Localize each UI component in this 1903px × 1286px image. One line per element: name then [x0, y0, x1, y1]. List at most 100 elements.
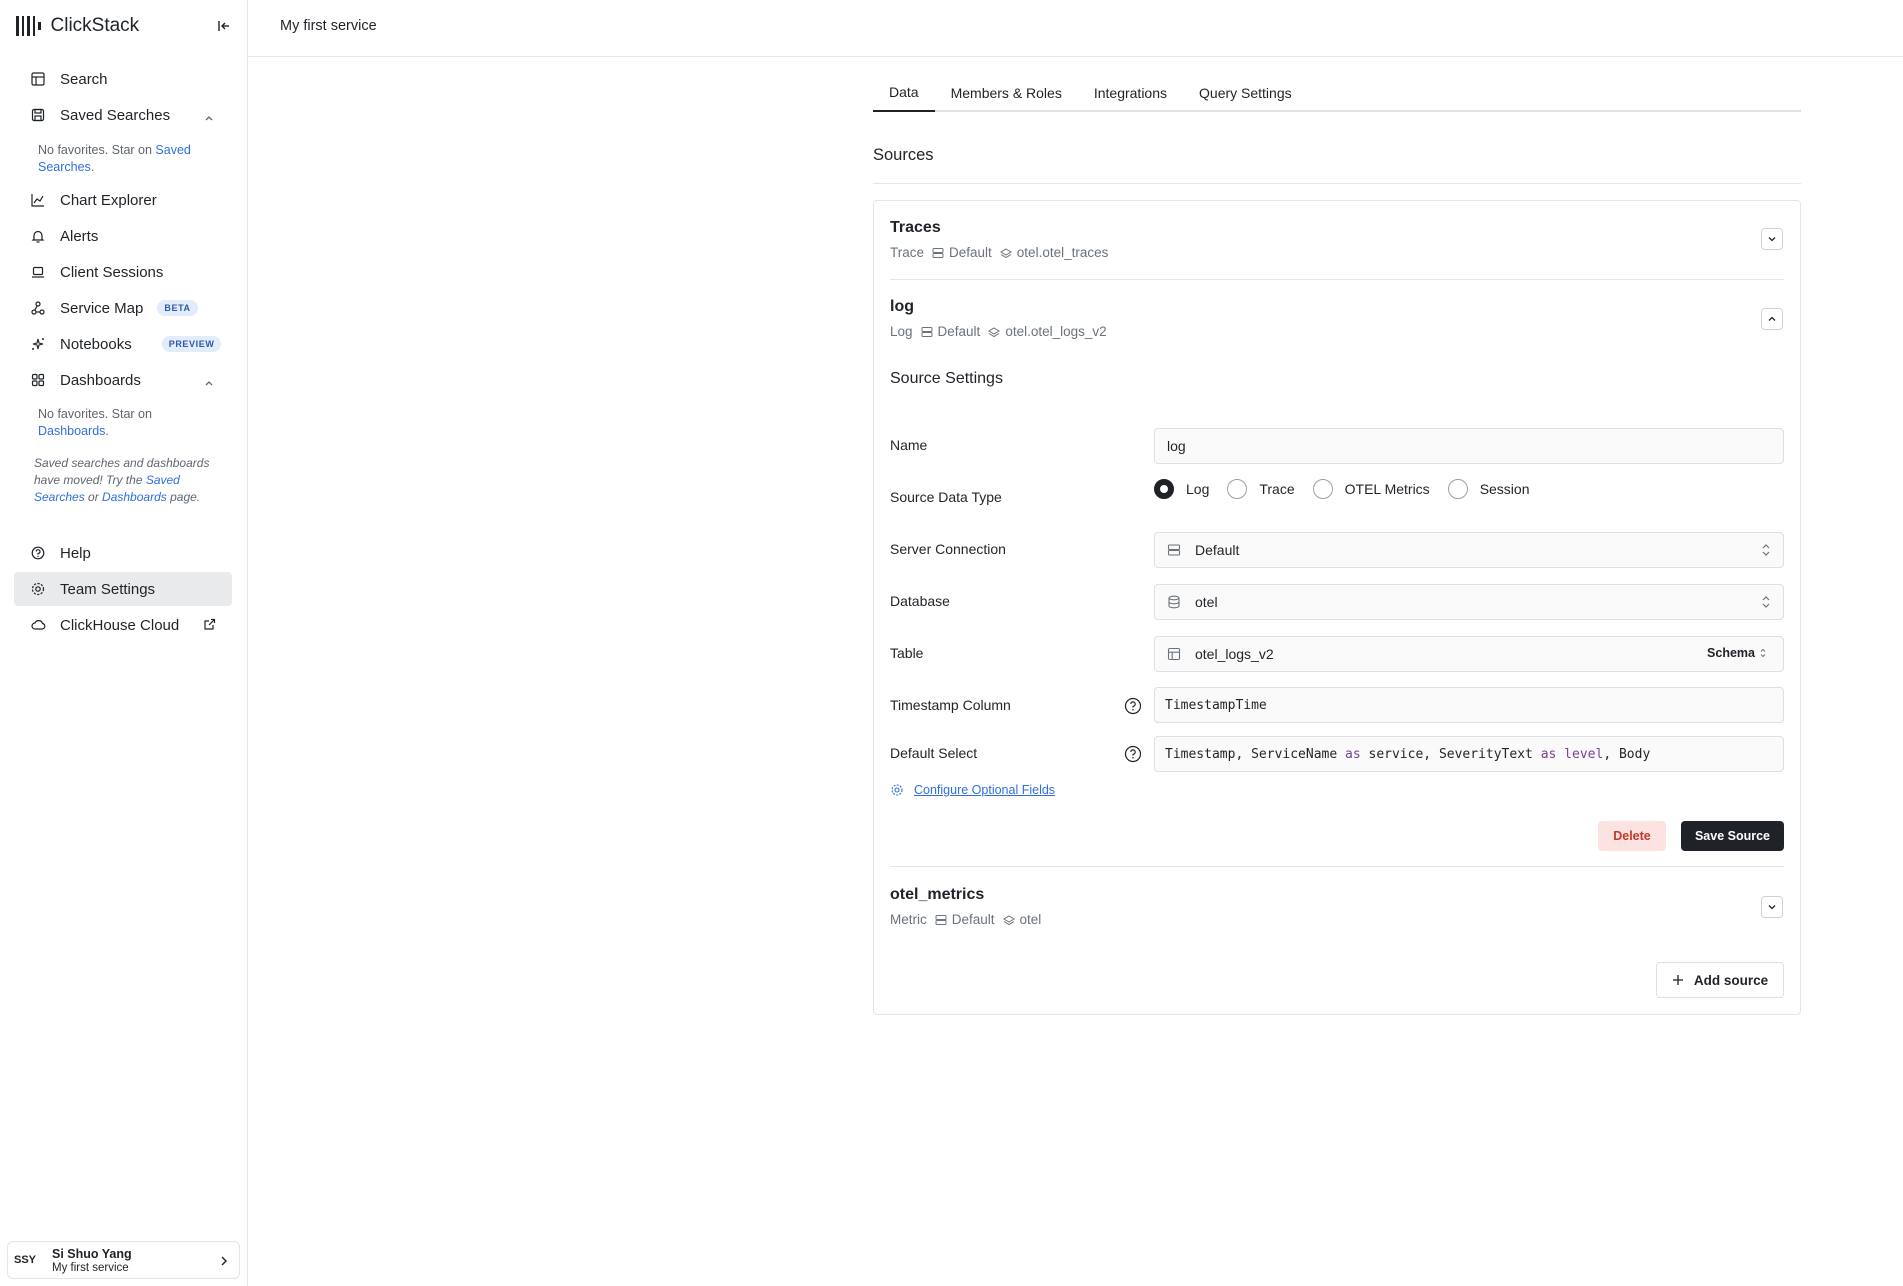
source-table: otel.otel_logs_v2 [1005, 324, 1107, 339]
tab-integrations[interactable]: Integrations [1078, 80, 1183, 112]
database-select[interactable]: otel [1154, 584, 1784, 620]
expand-traces-button[interactable] [1761, 228, 1783, 250]
chevron-up-down-icon [1761, 595, 1771, 612]
timestamp-column-label: Timestamp Column [890, 697, 1011, 713]
sidebar-item-help[interactable]: Help [14, 536, 232, 570]
chevron-up-icon[interactable] [204, 375, 214, 393]
radio-label: Log [1186, 481, 1210, 497]
divider [890, 866, 1784, 867]
chevron-up-icon[interactable] [204, 110, 214, 128]
radio-indicator [1447, 479, 1468, 499]
sidebar-item-label: Notebooks [60, 335, 132, 353]
sidebar-item-team-settings[interactable]: Team Settings [14, 572, 232, 606]
source-table: otel.otel_traces [1016, 245, 1109, 260]
radio-log[interactable]: Log [1154, 479, 1209, 499]
help-circle-icon [30, 545, 46, 561]
sidebar-item-client-sessions[interactable]: Client Sessions [14, 255, 232, 289]
brand[interactable]: ClickStack [16, 14, 139, 38]
sidebar-item-alerts[interactable]: Alerts [14, 219, 232, 253]
table-label: Table [890, 645, 924, 661]
sidebar-item-label: Service Map [60, 299, 144, 317]
configure-optional-fields-link[interactable]: Configure Optional Fields [914, 783, 1055, 797]
sources-heading: Sources [873, 146, 934, 164]
tab-members-roles[interactable]: Members & Roles [935, 80, 1078, 112]
source-connection: Default [949, 245, 992, 260]
collapse-sidebar-icon[interactable] [214, 16, 234, 36]
source-meta-log: Log Default otel.otel_logs_v2 [890, 324, 1107, 339]
help-circle-icon[interactable] [1124, 697, 1142, 715]
settings-icon [891, 784, 903, 796]
divider [890, 279, 1784, 280]
dashboards-link[interactable]: Dashboards [38, 424, 105, 438]
source-meta-traces: Trace Default otel.otel_traces [890, 245, 1108, 260]
sidebar-item-notebooks[interactable]: Notebooks PREVIEW [14, 327, 232, 361]
radio-otel-metrics[interactable]: OTEL Metrics [1312, 479, 1430, 499]
help-circle-icon[interactable] [1124, 745, 1142, 763]
server-icon [1167, 543, 1183, 557]
source-name-log: log [890, 298, 914, 315]
sidebar-item-dashboards[interactable]: Dashboards [14, 363, 232, 397]
add-source-button[interactable]: Add source [1656, 962, 1784, 998]
server-connection-select[interactable]: Default [1154, 532, 1784, 568]
source-connection: Default [937, 324, 981, 339]
bell-icon [30, 228, 46, 244]
radio-label: Session [1479, 481, 1530, 497]
sidebar-item-search[interactable]: Search [14, 62, 232, 96]
table-icon [30, 71, 46, 87]
delete-source-button[interactable]: Delete [1598, 821, 1666, 851]
chart-line-icon [30, 192, 46, 208]
radio-session[interactable]: Session [1447, 479, 1530, 499]
sidebar-item-label: Help [60, 544, 91, 562]
schema-toggle[interactable]: Schema [1707, 646, 1767, 660]
source-table: otel [1019, 912, 1042, 927]
configure-optional-fields[interactable]: Configure Optional Fields [890, 783, 1055, 797]
page-title: My first service [280, 18, 377, 34]
graph-nodes-icon [30, 300, 46, 316]
radio-indicator [1227, 479, 1248, 499]
name-input[interactable]: log [1154, 428, 1784, 464]
sidebar: ClickStack Search Saved Searches No favo… [0, 0, 248, 1286]
source-data-type-radio-group: Log Trace OTEL Metrics Session [1154, 479, 1548, 499]
radio-indicator [1154, 479, 1174, 499]
source-type: Log [890, 324, 913, 339]
user-menu[interactable]: SSY Si Shuo Yang My first service [7, 1241, 240, 1279]
source-connection: Default [951, 912, 995, 927]
source-data-type-label: Source Data Type [890, 489, 1002, 505]
top-bar: My first service [248, 0, 1903, 57]
name-value: log [1167, 438, 1186, 454]
collapse-log-button[interactable] [1761, 308, 1783, 330]
table-select[interactable]: otel_logs_v2 Schema [1154, 636, 1784, 672]
sidebar-item-clickhouse-cloud[interactable]: ClickHouse Cloud [14, 608, 232, 642]
laptop-icon [30, 264, 46, 280]
chevron-up-down-icon [1760, 648, 1766, 658]
layers-icon [1002, 914, 1015, 926]
source-name-traces: Traces [890, 219, 941, 236]
dashboard-grid-icon [30, 372, 46, 388]
sidebar-item-chart-explorer[interactable]: Chart Explorer [14, 183, 232, 217]
moved-note: Saved searches and dashboards have moved… [34, 456, 210, 504]
source-type: Metric [890, 912, 927, 927]
dashboards-page-link[interactable]: Dashboards [102, 490, 167, 504]
radio-trace[interactable]: Trace [1227, 479, 1295, 499]
expand-otel-metrics-button[interactable] [1761, 896, 1783, 918]
default-select-input[interactable]: Timestamp, ServiceName as service, Sever… [1154, 736, 1784, 772]
tab-query-settings[interactable]: Query Settings [1183, 80, 1308, 112]
server-icon [935, 914, 947, 926]
save-source-button[interactable]: Save Source [1681, 821, 1784, 851]
timestamp-column-input[interactable]: TimestampTime [1154, 687, 1784, 723]
sidebar-item-service-map[interactable]: Service Map BETA [14, 291, 232, 325]
user-service: My first service [52, 1261, 129, 1274]
brand-name: ClickStack [50, 15, 140, 36]
tab-data[interactable]: Data [873, 80, 935, 112]
external-link-icon [203, 618, 216, 636]
sidebar-item-saved-searches[interactable]: Saved Searches [14, 98, 232, 132]
save-icon [30, 107, 46, 123]
table-value: otel_logs_v2 [1195, 646, 1274, 662]
layers-icon [988, 326, 1001, 338]
sidebar-item-label: Team Settings [60, 580, 156, 598]
avatar: SSY [14, 1254, 37, 1266]
database-label: Database [890, 593, 950, 609]
source-settings-heading: Source Settings [890, 370, 1003, 387]
chevron-down-icon [1768, 905, 1776, 910]
server-icon [921, 326, 933, 338]
